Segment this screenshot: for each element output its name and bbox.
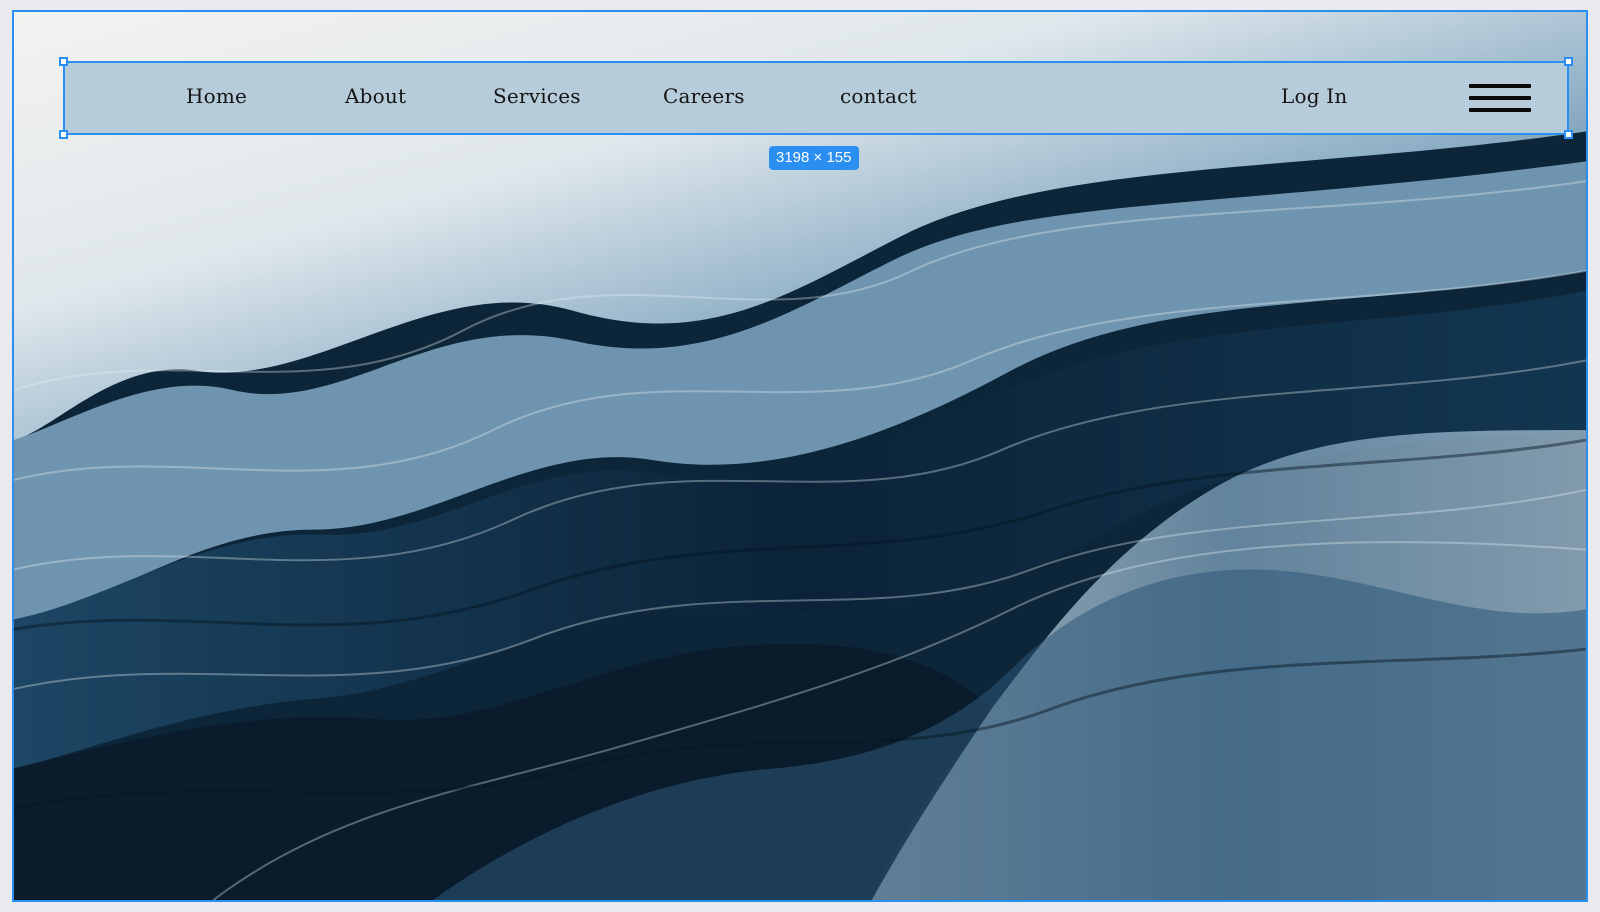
nav-link-services[interactable]: Services bbox=[493, 84, 581, 108]
hamburger-line-icon bbox=[1469, 108, 1531, 112]
selection-handle-bottom-left[interactable] bbox=[59, 130, 68, 139]
login-link[interactable]: Log In bbox=[1281, 84, 1347, 108]
selection-size-badge: 3198 × 155 bbox=[769, 146, 859, 170]
hamburger-menu-icon[interactable] bbox=[1469, 84, 1531, 114]
nav-link-home[interactable]: Home bbox=[186, 84, 247, 108]
navigation-bar[interactable]: Home About Services Careers contact Log … bbox=[63, 61, 1569, 135]
hamburger-line-icon bbox=[1469, 84, 1531, 88]
nav-link-contact[interactable]: contact bbox=[840, 84, 917, 108]
selection-handle-top-left[interactable] bbox=[59, 57, 68, 66]
selection-handle-bottom-right[interactable] bbox=[1564, 130, 1573, 139]
nav-link-careers[interactable]: Careers bbox=[663, 84, 745, 108]
nav-link-about[interactable]: About bbox=[345, 84, 406, 108]
selection-handle-top-right[interactable] bbox=[1564, 57, 1573, 66]
hamburger-line-icon bbox=[1469, 96, 1531, 100]
design-canvas: Home About Services Careers contact Log … bbox=[12, 10, 1588, 902]
